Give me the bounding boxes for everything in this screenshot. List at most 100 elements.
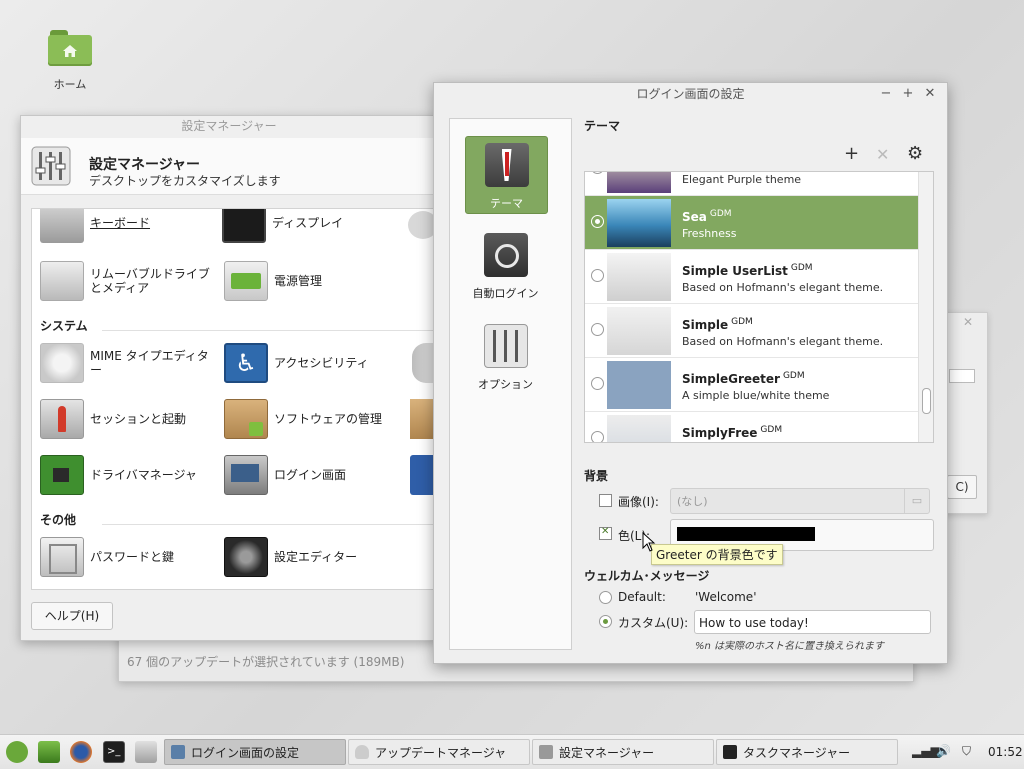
settings-item-power[interactable]: 電源管理 (224, 261, 404, 301)
power-icon (224, 261, 268, 301)
theme-row-sea[interactable]: Sea GDM Freshness (585, 196, 919, 250)
settings-item-keyboard[interactable]: キーボード (40, 209, 220, 243)
dialog-field[interactable] (949, 369, 975, 383)
login-screen-icon (224, 455, 268, 495)
theme-thumbnail (607, 253, 671, 301)
scrollbar-thumb[interactable] (922, 388, 931, 414)
hostname-hint: %n は実際のホスト名に置き換えられます (695, 641, 885, 652)
theme-radio[interactable] (591, 215, 604, 228)
task-login-settings[interactable]: ログイン画面の設定 (164, 739, 346, 765)
taskbar: >_ ログイン画面の設定 アップデートマネージャ 設定マネージャー タスクマネー… (0, 734, 1024, 769)
task-update-manager[interactable]: アップデートマネージャ (348, 739, 530, 765)
settings-item-session[interactable]: セッションと起動 (40, 399, 220, 439)
theme-row-simple-userlist[interactable]: Simple UserList GDM Based on Hofmann's el… (585, 250, 919, 304)
settings-item-accessibility[interactable]: ♿ アクセシビリティ (224, 343, 404, 383)
default-label: Default: (618, 590, 666, 604)
remove-theme-button[interactable]: ✕ (876, 145, 889, 164)
theme-settings-gear-icon[interactable]: ⚙ (907, 143, 923, 164)
image-checkbox[interactable] (599, 494, 612, 507)
clock[interactable]: 01:52 (988, 745, 1023, 759)
show-desktop-icon[interactable] (38, 741, 60, 763)
close-button[interactable]: ✕ (922, 86, 938, 102)
close-icon[interactable]: ✕ (963, 315, 973, 329)
volume-icon[interactable]: 🔊 (936, 744, 951, 758)
settings-grid: キーボード ディスプレイ リムーバブルドライブとメディア 電源管理 システム M… (31, 208, 438, 590)
home-label: ホーム (53, 78, 87, 91)
theme-row-simplegreeter[interactable]: SimpleGreeter GDM A simple blue/white the… (585, 358, 919, 412)
auto-login-icon (483, 233, 528, 277)
add-theme-button[interactable]: + (844, 143, 859, 164)
package-icon (224, 399, 268, 439)
theme-radio[interactable] (591, 172, 604, 174)
settings-item-mime[interactable]: MIME タイプエディター (40, 343, 220, 383)
settings-item-settings-editor[interactable]: 設定エディター (224, 537, 404, 577)
firefox-icon[interactable] (70, 741, 92, 763)
desktop-home-icon[interactable]: ホーム (40, 30, 100, 92)
theme-radio[interactable] (591, 269, 604, 282)
software-manager-icon[interactable] (135, 741, 157, 763)
terminal-icon[interactable]: >_ (103, 741, 125, 763)
theme-thumbnail (607, 415, 671, 442)
sidebar-item-autologin[interactable]: 自動ログイン (465, 227, 546, 303)
accessibility-icon: ♿ (224, 343, 268, 383)
settings-header: 設定マネージャー デスクトップをカスタマイズします (21, 138, 437, 195)
circuit-board-icon (40, 455, 84, 495)
maximize-button[interactable]: + (900, 86, 916, 102)
default-radio[interactable] (599, 591, 612, 604)
display-icon (222, 209, 266, 243)
section-divider (102, 330, 438, 331)
background-heading: 背景 (584, 469, 609, 483)
window-title: 設定マネージャー (181, 119, 277, 133)
sidebar-item-options[interactable]: オプション (465, 318, 546, 394)
keyboard-icon (40, 209, 84, 243)
settings-sidebar: テーマ 自動ログイン オプション (449, 118, 572, 650)
mouse-cursor-icon (642, 532, 656, 552)
theme-row-simplyfree[interactable]: SimplyFree GDM (585, 412, 919, 442)
settings-item-display[interactable]: ディスプレイ (222, 209, 402, 243)
mint-menu-icon[interactable] (6, 741, 28, 763)
theme-heading: テーマ (584, 119, 621, 133)
window-title: ログイン画面の設定 (636, 87, 745, 101)
settings-sliders-icon (31, 146, 71, 186)
task-task-manager[interactable]: タスクマネージャー (716, 739, 898, 765)
settings-item-driver-manager[interactable]: ドライバマネージャ (40, 455, 220, 495)
shield-icon (355, 745, 369, 759)
theme-list[interactable]: Elegant Purple theme Sea GDM Freshness Si… (584, 171, 934, 443)
theme-row-simple[interactable]: Simple GDM Based on Hofmann's elegant the… (585, 304, 919, 358)
settings-item-passwords[interactable]: パスワードと鍵 (40, 537, 220, 577)
task-settings-manager[interactable]: 設定マネージャー (532, 739, 714, 765)
settings-manager-window: 設定マネージャー 設定マネージャー デスクトップをカスタマイズします キーボード… (20, 115, 438, 641)
theme-radio[interactable] (591, 431, 604, 442)
color-checkbox[interactable] (599, 526, 612, 540)
settings-sliders-icon (539, 745, 553, 759)
settings-item-software[interactable]: ソフトウェアの管理 (224, 399, 404, 439)
sidebar-item-theme[interactable]: テーマ (465, 136, 548, 214)
settings-item-removable-media[interactable]: リムーバブルドライブとメディア (40, 261, 220, 301)
removable-drive-icon (40, 261, 84, 301)
color-swatch (677, 527, 815, 541)
help-button[interactable]: ヘルプ(H) (31, 602, 113, 630)
image-file-chooser[interactable]: (なし) ▭ (670, 488, 930, 514)
custom-message-input[interactable]: How to use today! (694, 610, 931, 634)
rocket-icon (40, 399, 84, 439)
folder-icon: ▭ (904, 489, 929, 513)
safe-icon (40, 537, 84, 577)
custom-radio[interactable] (599, 615, 612, 628)
theme-row-elegant-purple[interactable]: Elegant Purple theme (585, 172, 919, 196)
update-shield-icon[interactable]: ⛉ (962, 744, 971, 759)
suit-tie-icon (484, 143, 529, 187)
image-label: 画像(I): (618, 495, 659, 509)
theme-thumbnail (607, 361, 671, 409)
login-settings-window: ログイン画面の設定 − + ✕ テーマ 自動ログイン オプション テーマ + ✕… (433, 82, 948, 664)
dialog-button[interactable]: C) (947, 475, 977, 499)
theme-thumbnail (607, 307, 671, 355)
minimize-button[interactable]: − (878, 86, 894, 102)
options-sliders-icon (483, 324, 528, 368)
theme-radio[interactable] (591, 377, 604, 390)
update-status-text: 67 個のアップデートが選択されています (189MB) (127, 655, 405, 669)
home-folder-icon (48, 30, 92, 66)
theme-list-scrollbar[interactable] (918, 172, 933, 442)
theme-radio[interactable] (591, 323, 604, 336)
settings-title: 設定マネージャー (89, 157, 201, 173)
settings-item-login-screen[interactable]: ログイン画面 (224, 455, 404, 495)
